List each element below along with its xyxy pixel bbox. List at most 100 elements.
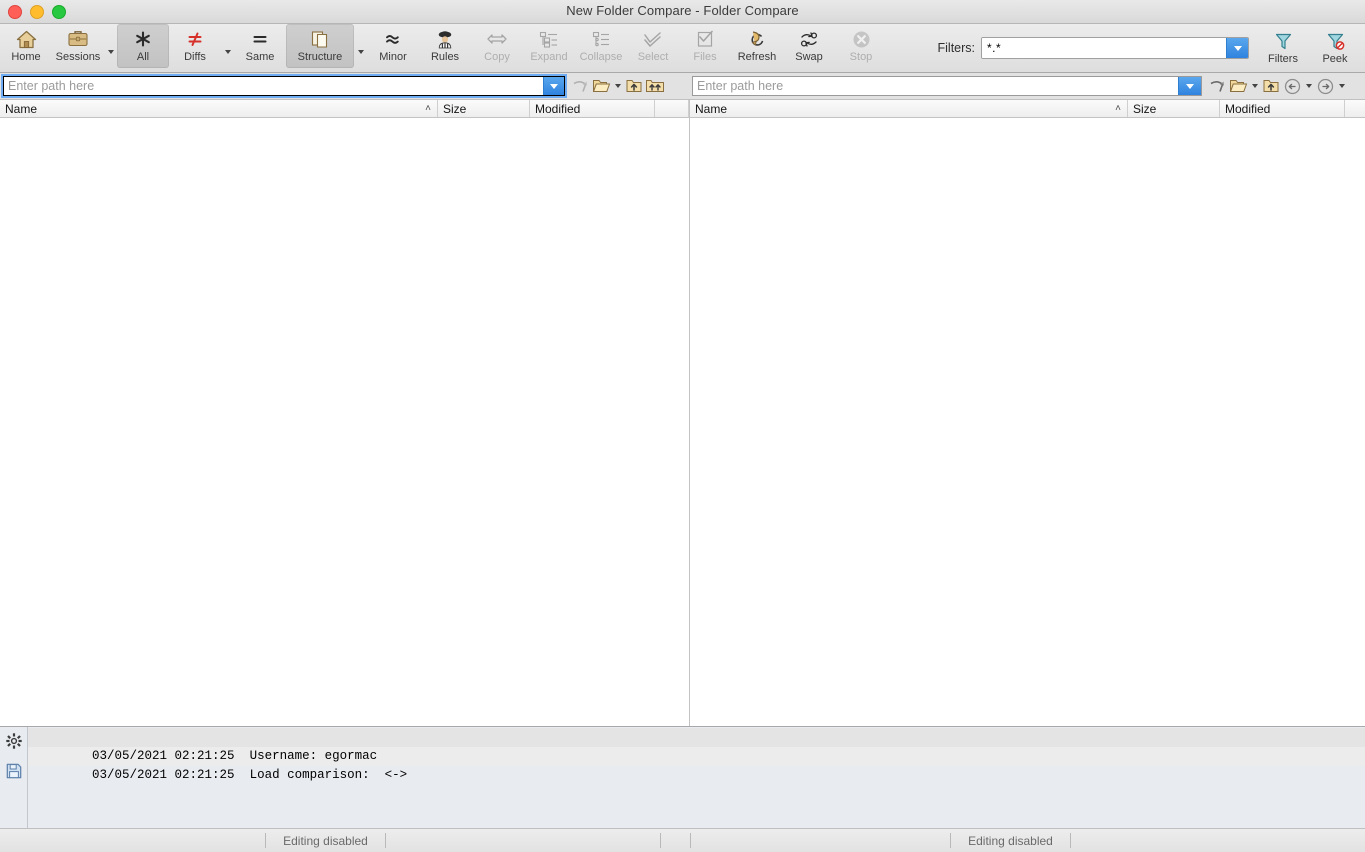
filters-dropdown-button[interactable]	[1226, 38, 1248, 58]
toolbar-button-sessions-dropdown[interactable]	[104, 24, 117, 68]
toolbar-button-filters[interactable]: Filters	[1257, 26, 1309, 70]
toolbar-label-peek: Peek	[1322, 53, 1347, 65]
status-bar: Editing disabled Editing disabled	[0, 828, 1365, 852]
swap-icon	[798, 29, 820, 49]
toolbar-label-expand: Expand	[530, 51, 567, 63]
path-bar-right	[690, 73, 1365, 99]
log-panel: 03/05/2021 02:21:25 Username: egormac 03…	[0, 726, 1365, 828]
file-list-left[interactable]	[0, 118, 690, 726]
status-left-cell-4	[660, 833, 690, 848]
refresh-icon	[748, 29, 766, 49]
column-header-spare-left[interactable]	[655, 100, 689, 117]
filters-input[interactable]	[982, 38, 1226, 58]
right-path-input[interactable]	[693, 77, 1178, 95]
status-left-editing: Editing disabled	[265, 833, 385, 848]
column-header-label: Name	[5, 102, 37, 116]
collapse-tree-icon	[591, 29, 611, 49]
toolbar-button-diffs[interactable]: Diffs	[169, 24, 221, 68]
filters-combobox[interactable]	[981, 37, 1249, 59]
left-path-dropdown-button[interactable]	[543, 77, 564, 95]
right-back-button[interactable]	[1282, 76, 1302, 96]
asterisk-icon	[134, 29, 152, 49]
stop-circle-icon	[852, 29, 871, 49]
toolbar-button-home[interactable]: Home	[0, 24, 52, 68]
toolbar-button-all[interactable]: All	[117, 24, 169, 68]
toolbar-button-rules[interactable]: Rules	[419, 24, 471, 68]
column-headers-left: Name ˄ Size Modified	[0, 100, 690, 117]
right-forward-button[interactable]	[1315, 76, 1335, 96]
right-browse-dropdown-button[interactable]	[1249, 76, 1260, 96]
sort-ascending-icon: ˄	[1115, 104, 1121, 114]
column-header-modified-left[interactable]: Modified	[530, 100, 655, 117]
toolbar-button-diffs-dropdown[interactable]	[221, 24, 234, 68]
toolbar-label-structure: Structure	[298, 51, 343, 63]
right-path-combobox[interactable]	[692, 76, 1202, 96]
gear-icon[interactable]	[6, 733, 22, 754]
left-browse-folder-button[interactable]	[591, 76, 611, 96]
toolbar-filters-area: Filters: Filters	[938, 24, 1365, 72]
right-path-buttons	[1202, 76, 1347, 96]
file-list-right[interactable]	[690, 118, 1365, 726]
right-path-dropdown-button[interactable]	[1178, 77, 1201, 95]
toolbar-button-structure[interactable]: Structure	[286, 24, 354, 68]
column-header-label: Modified	[535, 102, 580, 116]
chevron-down-icon	[550, 84, 558, 89]
save-icon[interactable]	[6, 763, 22, 784]
column-header-modified-right[interactable]: Modified	[1220, 100, 1345, 117]
toolbar-button-peek[interactable]: Peek	[1309, 26, 1361, 70]
left-path-input[interactable]	[4, 77, 543, 95]
column-header-name-left[interactable]: Name ˄	[0, 100, 438, 117]
left-path-buttons	[565, 76, 665, 96]
compare-panes	[0, 118, 1365, 726]
toolbar-label-diffs: Diffs	[184, 51, 206, 63]
not-equal-icon	[186, 29, 204, 49]
log-timestamp: 03/05/2021 02:21:25	[92, 768, 235, 782]
copy-arrows-icon	[486, 29, 508, 49]
toolbar-button-select[interactable]: Select	[627, 24, 679, 68]
log-message: Load comparison: <->	[250, 768, 408, 782]
chevron-down-icon	[615, 84, 621, 88]
left-up-both-levels-button[interactable]	[645, 76, 665, 96]
column-header-size-right[interactable]: Size	[1128, 100, 1220, 117]
toolbar-label-select: Select	[638, 51, 669, 63]
right-back-dropdown-button[interactable]	[1303, 76, 1314, 96]
toolbar-label-filters: Filters	[1268, 53, 1298, 65]
column-header-label: Size	[1133, 102, 1156, 116]
toolbar-button-expand[interactable]: Expand	[523, 24, 575, 68]
home-icon	[16, 29, 37, 49]
checklist-icon	[696, 29, 715, 49]
toolbar-button-collapse[interactable]: Collapse	[575, 24, 627, 68]
toolbar-button-minor[interactable]: Minor	[367, 24, 419, 68]
right-forward-dropdown-button[interactable]	[1336, 76, 1347, 96]
left-swap-paths-button[interactable]	[570, 76, 590, 96]
status-right-editing: Editing disabled	[950, 833, 1070, 848]
log-entry: 03/05/2021 02:21:25 Username: egormac	[28, 728, 1365, 747]
toolbar-button-files[interactable]: Files	[679, 24, 731, 68]
column-header-spare-right[interactable]	[1345, 100, 1365, 117]
left-up-one-level-button[interactable]	[624, 76, 644, 96]
column-header-size-left[interactable]: Size	[438, 100, 530, 117]
referee-icon	[435, 29, 455, 49]
toolbar-group-navigation: Home Sessions	[0, 24, 117, 72]
main-toolbar: Home Sessions	[0, 24, 1365, 73]
toolbar-button-sessions[interactable]: Sessions	[52, 24, 104, 68]
right-up-one-level-button[interactable]	[1261, 76, 1281, 96]
left-browse-dropdown-button[interactable]	[612, 76, 623, 96]
right-browse-folder-button[interactable]	[1228, 76, 1248, 96]
equals-icon	[251, 29, 269, 49]
log-entries[interactable]: 03/05/2021 02:21:25 Username: egormac 03…	[27, 727, 1365, 828]
toolbar-button-refresh[interactable]: Refresh	[731, 24, 783, 68]
toolbar-group-view: All Diffs	[117, 24, 471, 72]
right-swap-paths-button[interactable]	[1207, 76, 1227, 96]
toolbar-label-home: Home	[11, 51, 40, 63]
toolbar-button-swap[interactable]: Swap	[783, 24, 835, 68]
toolbar-button-same[interactable]: Same	[234, 24, 286, 68]
toolbar-button-copy[interactable]: Copy	[471, 24, 523, 68]
left-path-combobox[interactable]	[3, 76, 565, 96]
toolbar-button-stop[interactable]: Stop	[835, 24, 887, 68]
toolbar-button-structure-dropdown[interactable]	[354, 24, 367, 68]
title-bar: New Folder Compare - Folder Compare	[0, 0, 1365, 24]
toolbar-label-minor: Minor	[379, 51, 407, 63]
column-header-name-right[interactable]: Name ˄	[690, 100, 1128, 117]
toolbar-label-files: Files	[693, 51, 716, 63]
